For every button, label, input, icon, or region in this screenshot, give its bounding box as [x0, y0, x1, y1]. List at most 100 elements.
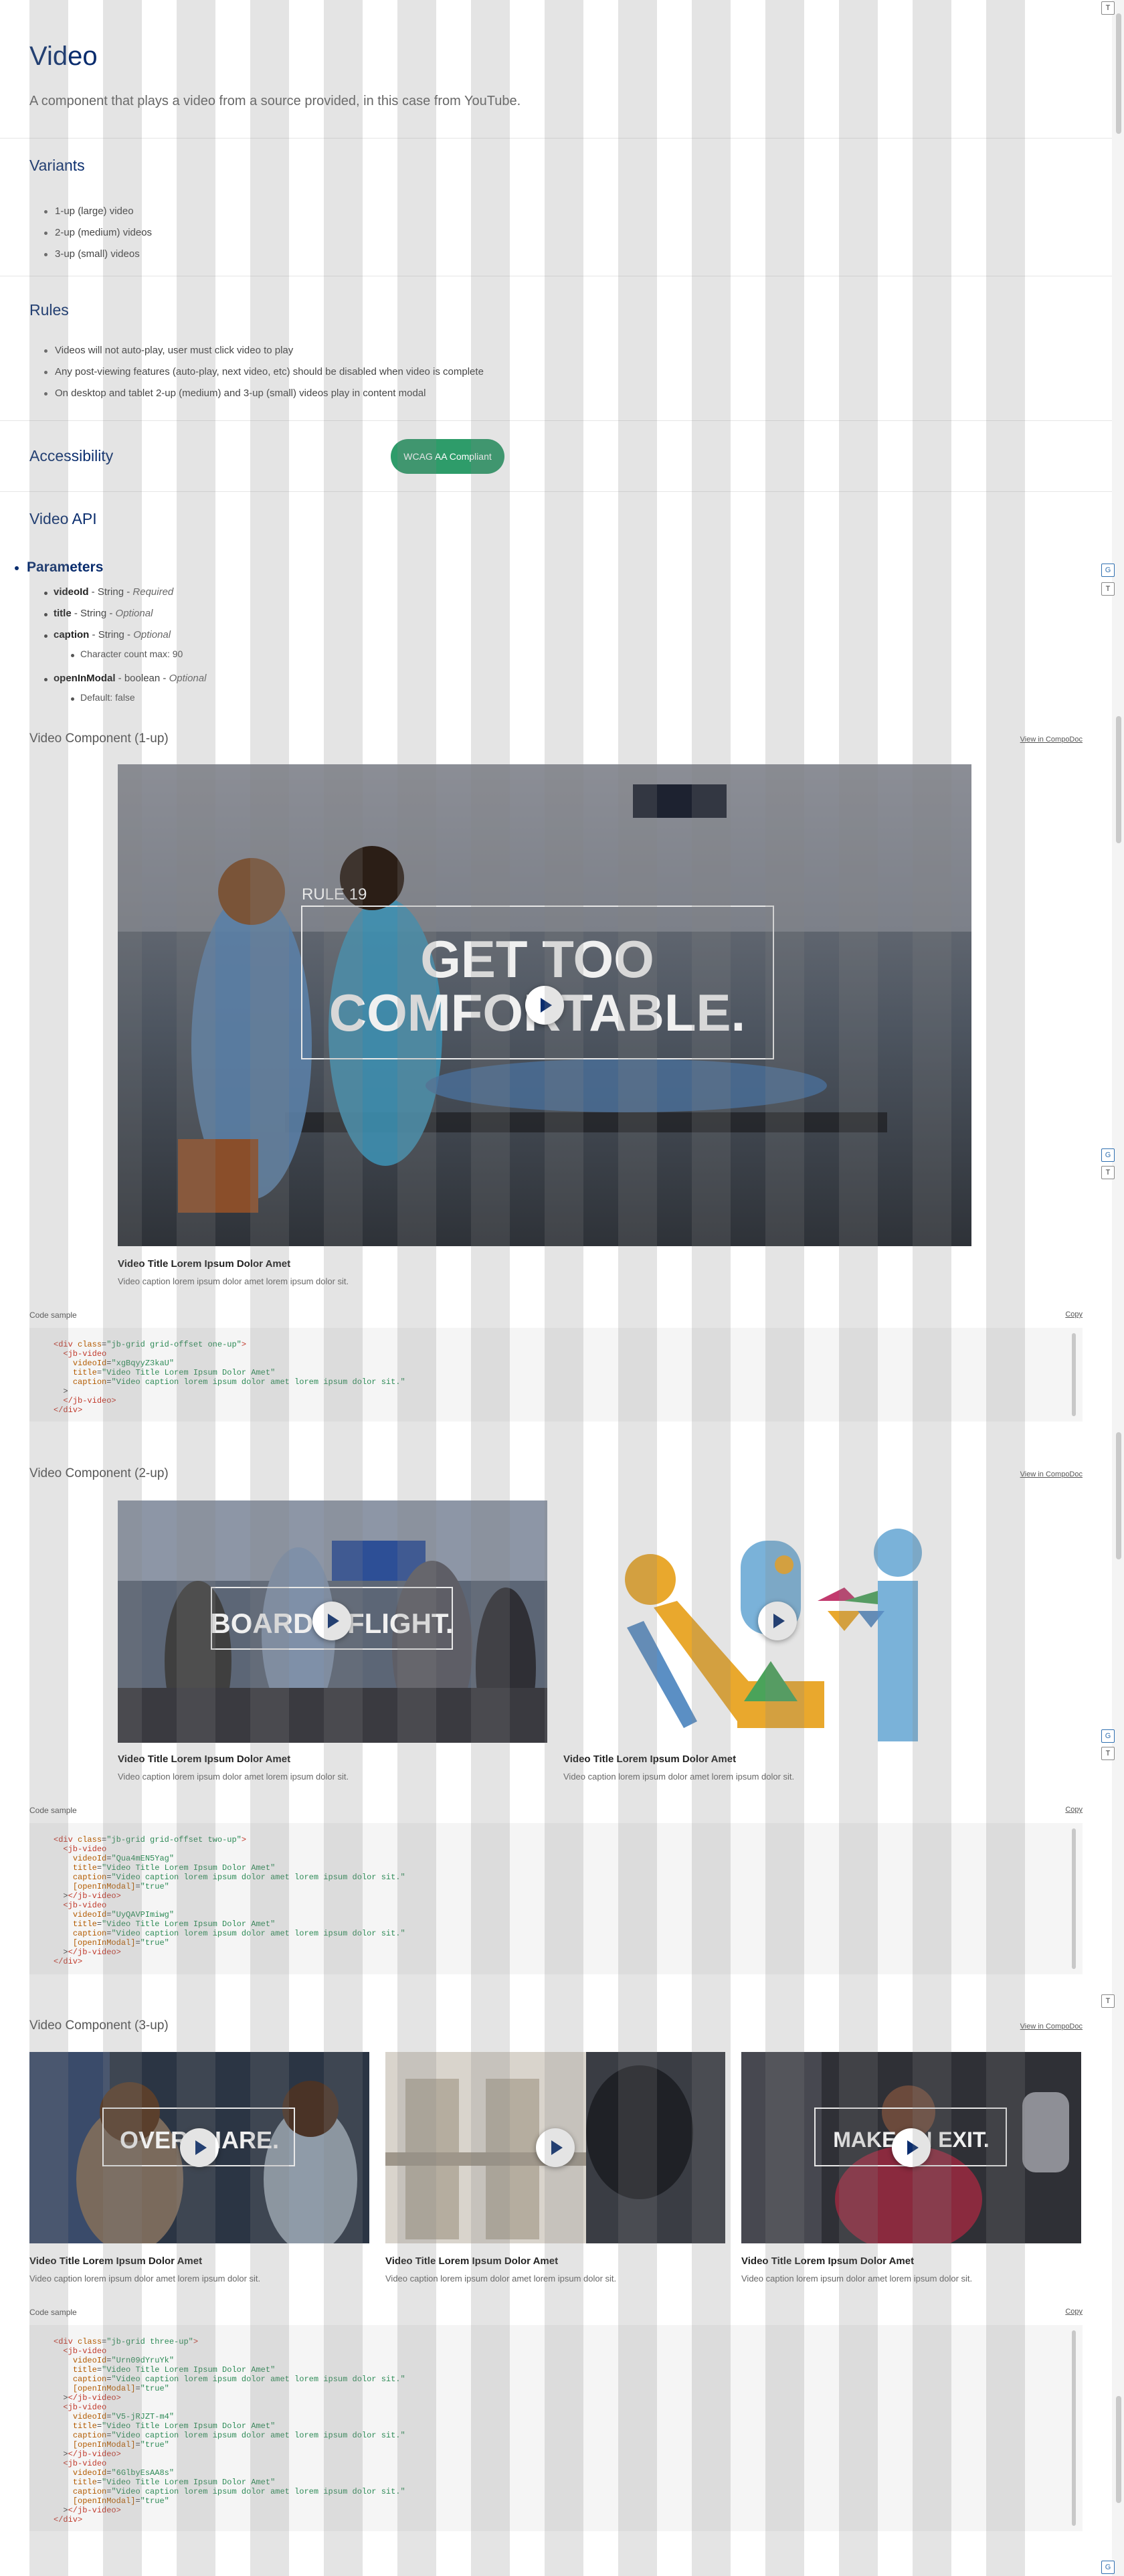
grid-toggle-button[interactable]: T: [1101, 1166, 1115, 1179]
scroll-thumb[interactable]: [1116, 1432, 1121, 1559]
copy-button[interactable]: Copy: [1065, 2308, 1083, 2316]
code-scrollbar[interactable]: [1072, 1828, 1076, 1969]
param-type: String: [98, 629, 124, 640]
code-block-3up[interactable]: <div class="jb-grid three-up"> <jb-video…: [29, 2325, 1083, 2531]
play-button[interactable]: [536, 2128, 575, 2167]
code-block-1up[interactable]: <div class = "jb-grid grid-offset one-up">…: [29, 1328, 1083, 1422]
video-player-3up-3[interactable]: MAKE AN EXIT.: [741, 2052, 1081, 2243]
param-name: title: [54, 608, 72, 619]
code-token: "Urn09dYruYk": [111, 2356, 175, 2365]
code-token: =: [96, 1919, 102, 1929]
page-scrollbar[interactable]: [1112, 0, 1124, 2576]
play-button[interactable]: [892, 2128, 931, 2167]
guide-toggle-button[interactable]: G: [1101, 1148, 1115, 1162]
code-token: =: [96, 1368, 102, 1377]
code-token: videoId: [72, 1854, 107, 1863]
param-name: openInModal: [54, 673, 116, 684]
scroll-thumb[interactable]: [1116, 2396, 1121, 2503]
bullet-dot: [44, 678, 48, 681]
scroll-thumb[interactable]: [1116, 13, 1121, 134]
code-token: <div: [54, 1340, 78, 1349]
code-token: title: [72, 2421, 97, 2431]
video-player-2up-2[interactable]: [563, 1500, 993, 1743]
code-token: "Video caption lorem ipsum dolor amet lo…: [111, 1929, 405, 1938]
video-title: Video Title Lorem Ipsum Dolor Amet: [385, 2255, 559, 2267]
divider: [0, 138, 1112, 139]
variants-list: 1-up (large) video 2-up (medium) videos …: [43, 201, 152, 265]
code-scrollbar[interactable]: [1072, 1333, 1076, 1416]
code-token: "jb-grid three-up": [106, 2337, 193, 2346]
code-token: <jb-video: [63, 1901, 107, 1910]
code-token: title: [72, 2365, 97, 2375]
code-block-2up[interactable]: <div class="jb-grid grid-offset two-up">…: [29, 1823, 1083, 1974]
code-token: </div>: [54, 1957, 83, 1966]
code-token: "Video Title Lorem Ipsum Dolor Amet": [102, 1919, 276, 1929]
play-button[interactable]: [312, 1602, 351, 1640]
grid-toggle-button[interactable]: T: [1101, 1747, 1115, 1760]
code-token: "jb-grid grid-offset two-up": [106, 1835, 242, 1844]
divider: [0, 491, 1112, 492]
param-caption: caption - String - Optional: [54, 629, 171, 640]
code-token: "Video caption lorem ipsum dolor amet lo…: [111, 2431, 405, 2440]
video-player-3up-2[interactable]: [385, 2052, 725, 2243]
code-token: videoId: [72, 1359, 107, 1368]
code-token: caption: [72, 2431, 107, 2440]
param-openinmodal: openInModal - boolean - Optional: [54, 673, 207, 684]
one-up-heading: Video Component (1-up): [29, 732, 169, 746]
code-text: <div class = "jb-grid grid-offset one-up">…: [29, 1328, 1083, 1422]
copy-button[interactable]: Copy: [1065, 1806, 1083, 1814]
list-item: Any post-viewing features (auto-play, ne…: [44, 361, 484, 383]
code-token: </jb-video>: [68, 1948, 121, 1957]
code-token: =: [135, 1882, 140, 1891]
grid-toggle-button[interactable]: T: [1101, 1, 1115, 15]
code-token: "Qua4mEN5Yag": [111, 1854, 175, 1863]
code-token: [openInModal]: [72, 2496, 136, 2506]
two-up-heading: Video Component (2-up): [29, 1466, 169, 1480]
guide-toggle-button[interactable]: G: [1101, 2561, 1115, 2574]
accessibility-heading: Accessibility: [29, 447, 114, 464]
scroll-thumb[interactable]: [1116, 716, 1121, 843]
play-button[interactable]: [525, 986, 564, 1025]
page-subtitle: A component that plays a video from a so…: [29, 94, 521, 108]
guide-toggle-button[interactable]: G: [1101, 1729, 1115, 1743]
code-text: <div class="jb-grid grid-offset two-up">…: [29, 1823, 1083, 1974]
compodoc-link[interactable]: View in CompoDoc: [1020, 2023, 1083, 2031]
param-req: Optional: [133, 629, 171, 640]
video-player-1up[interactable]: RULE 19 GET TOO COMFORTABLE.: [118, 764, 971, 1246]
wcag-badge: WCAG AA Compliant: [391, 439, 504, 474]
list-item: Videos will not auto-play, user must cli…: [44, 340, 484, 361]
code-token: "Video Title Lorem Ipsum Dolor Amet": [102, 2365, 276, 2375]
video-player-3up-1[interactable]: OVERSHARE.: [29, 2052, 369, 2243]
play-button[interactable]: [758, 1602, 797, 1640]
video-player-2up-1[interactable]: BOARD A FLIGHT.: [118, 1500, 547, 1743]
code-token: </div>: [54, 2515, 83, 2524]
code-token: [openInModal]: [72, 2384, 136, 2393]
grid-toggle-button[interactable]: T: [1101, 582, 1115, 596]
compodoc-link[interactable]: View in CompoDoc: [1020, 1470, 1083, 1478]
code-token: =: [96, 1863, 102, 1873]
video-caption: Video caption lorem ipsum dolor amet lor…: [563, 1772, 795, 1782]
play-button[interactable]: [180, 2128, 219, 2167]
code-token: title: [72, 1863, 97, 1873]
code-scrollbar[interactable]: [1072, 2330, 1076, 2526]
code-token: title: [72, 1368, 97, 1377]
grid-toggle-button[interactable]: T: [1101, 1994, 1115, 2008]
param-videoid: videoId - String - Required: [54, 586, 174, 598]
copy-button[interactable]: Copy: [1065, 1310, 1083, 1318]
code-token: "Video Title Lorem Ipsum Dolor Amet": [102, 1863, 276, 1873]
code-token: "Video caption lorem ipsum dolor amet lo…: [111, 1377, 405, 1387]
guide-toggle-button[interactable]: G: [1101, 564, 1115, 577]
compodoc-link[interactable]: View in CompoDoc: [1020, 736, 1083, 744]
three-up-heading: Video Component (3-up): [29, 2019, 169, 2033]
